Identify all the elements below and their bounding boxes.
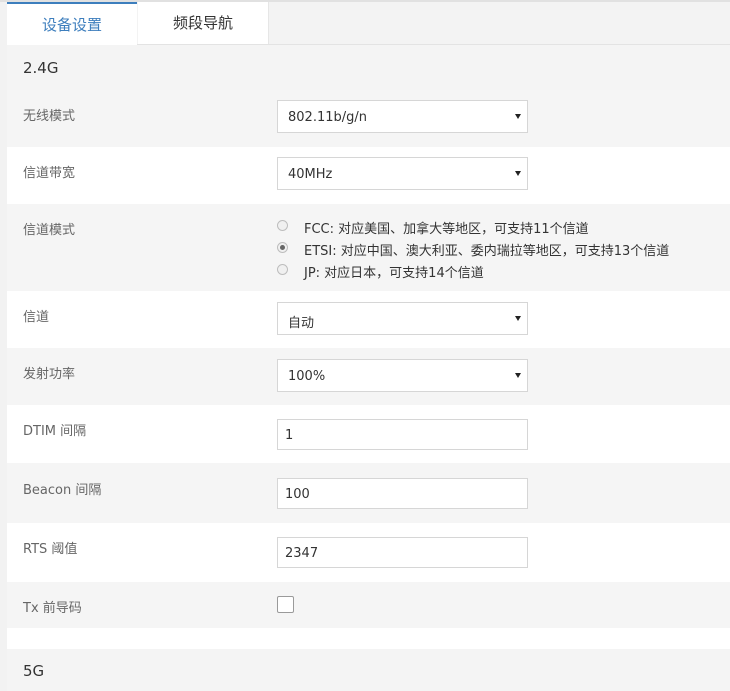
- tx-preamble-checkbox[interactable]: [277, 596, 294, 613]
- tx-power-select[interactable]: 100%: [277, 359, 528, 392]
- wireless-mode-label: 无线模式: [23, 109, 76, 124]
- radio-label: ETSI: 对应中国、澳大利亚、委内瑞拉等地区，可支持13个信道: [304, 244, 670, 259]
- radio-label: FCC: 对应美国、加拿大等地区，可支持11个信道: [304, 222, 589, 237]
- channel-mode-label: 信道模式: [23, 223, 76, 238]
- chevron-down-icon: [515, 373, 521, 378]
- row-tx-preamble: Tx 前导码: [7, 582, 730, 628]
- section-title: 5G: [23, 662, 45, 680]
- channel-select[interactable]: 自动: [277, 302, 528, 335]
- beacon-label: Beacon 间隔: [23, 483, 102, 498]
- rts-input[interactable]: 2347: [277, 537, 528, 568]
- left-edge-strip: [0, 0, 7, 691]
- channel-value: 自动: [288, 316, 315, 331]
- bandwidth-select[interactable]: 40MHz: [277, 157, 528, 190]
- chevron-down-icon: [515, 316, 521, 321]
- section-title: 2.4G: [23, 59, 59, 77]
- section-header-2-4g: 2.4G: [7, 45, 730, 90]
- tab-band-steering[interactable]: 频段导航: [138, 2, 269, 44]
- radio-button[interactable]: [277, 220, 288, 231]
- dtim-value: 1: [285, 428, 294, 443]
- tx-power-label: 发射功率: [23, 367, 76, 382]
- beacon-input[interactable]: 100: [277, 478, 528, 509]
- radio-button[interactable]: [277, 242, 288, 253]
- tab-device-settings[interactable]: 设备设置: [7, 2, 137, 45]
- dtim-input[interactable]: 1: [277, 419, 528, 450]
- tx-preamble-label: Tx 前导码: [23, 601, 82, 616]
- rts-label: RTS 阈值: [23, 542, 78, 557]
- bandwidth-value: 40MHz: [288, 167, 333, 182]
- tx-power-value: 100%: [288, 369, 326, 384]
- wireless-mode-select[interactable]: 802.11b/g/n: [277, 100, 528, 133]
- chevron-down-icon: [515, 114, 521, 119]
- tab-bar: 设备设置 频段导航: [7, 2, 730, 45]
- beacon-value: 100: [285, 487, 310, 502]
- rts-value: 2347: [285, 546, 319, 561]
- radio-label: JP: 对应日本，可支持14个信道: [304, 266, 484, 281]
- channel-label: 信道: [23, 310, 50, 325]
- chevron-down-icon: [515, 171, 521, 176]
- section-header-5g: 5G: [7, 649, 730, 691]
- wireless-mode-value: 802.11b/g/n: [288, 110, 367, 125]
- dtim-label: DTIM 间隔: [23, 424, 87, 439]
- radio-button[interactable]: [277, 264, 288, 275]
- bandwidth-label: 信道带宽: [23, 166, 76, 181]
